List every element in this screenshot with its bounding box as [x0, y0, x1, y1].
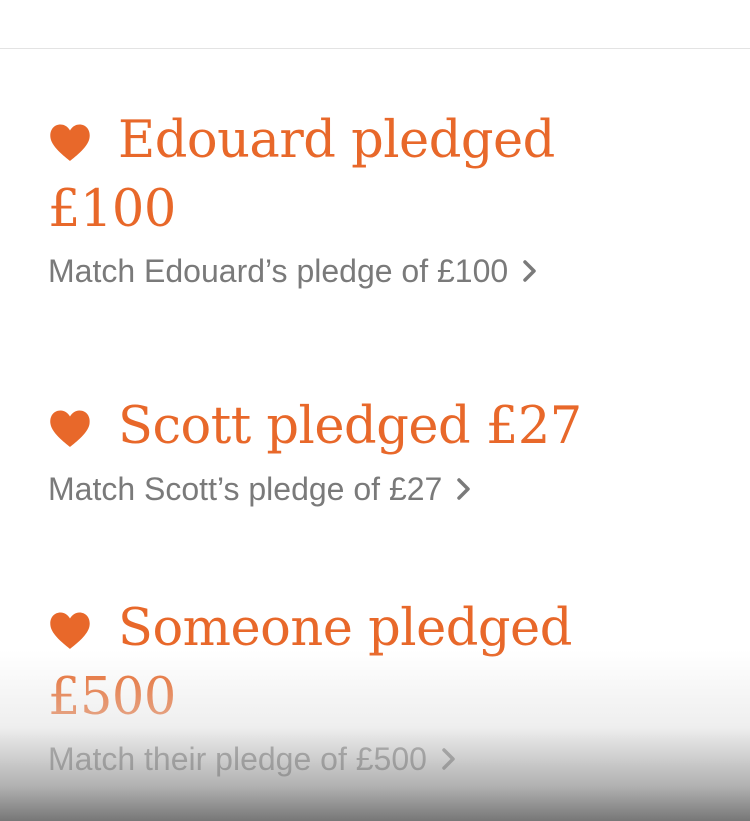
pledge-item: Scott pledged £27 Match Scott’s pledge o… [48, 392, 688, 512]
heart-icon [48, 123, 92, 163]
match-pledge-link[interactable]: Match their pledge of £500 [48, 736, 457, 782]
chevron-right-icon [441, 747, 457, 771]
pledge-amount: £500 [48, 668, 176, 727]
pledge-title: Edouard pledged [48, 106, 688, 176]
pledge-item: Someone pledged £500 Match their pledge … [48, 594, 688, 782]
match-pledge-label: Match Edouard’s pledge of £100 [48, 253, 509, 289]
match-pledge-link[interactable]: Match Edouard’s pledge of £100 [48, 248, 538, 294]
pledge-title-text: Someone pledged [118, 599, 572, 658]
match-pledge-label: Match their pledge of £500 [48, 741, 427, 777]
pledge-title-text: Edouard pledged [118, 111, 555, 170]
chevron-right-icon [456, 477, 472, 501]
pledge-list: Edouard pledged £100 Match Edouard’s ple… [0, 0, 750, 821]
pledge-amount: £100 [48, 180, 176, 239]
pledge-title-text: Scott pledged £27 [118, 397, 582, 456]
heart-icon [48, 611, 92, 651]
match-pledge-label: Match Scott’s pledge of £27 [48, 471, 443, 507]
chevron-right-icon [522, 259, 538, 283]
pledge-item: Edouard pledged £100 Match Edouard’s ple… [48, 106, 688, 294]
pledge-title: Someone pledged [48, 594, 688, 664]
match-pledge-link[interactable]: Match Scott’s pledge of £27 [48, 466, 472, 512]
pledge-title: Scott pledged £27 [48, 392, 688, 462]
heart-icon [48, 409, 92, 449]
